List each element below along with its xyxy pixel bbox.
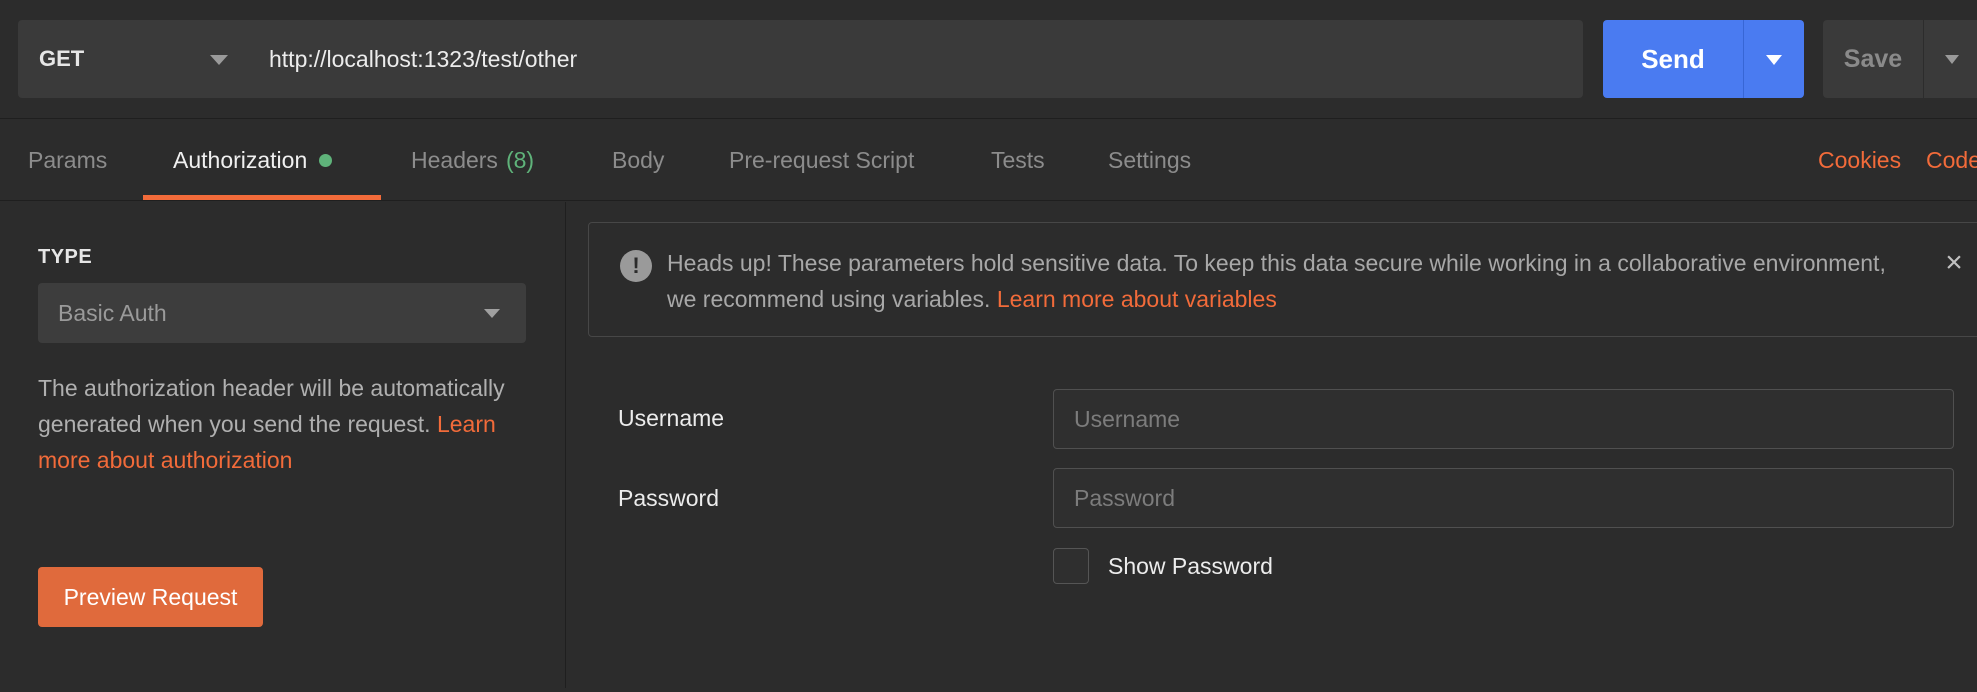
tab-body[interactable]: Body xyxy=(612,120,664,200)
tab-settings[interactable]: Settings xyxy=(1108,120,1191,200)
chevron-down-icon xyxy=(484,309,500,318)
tab-headers[interactable]: Headers (8) xyxy=(411,120,534,200)
type-heading: TYPE xyxy=(38,246,93,268)
code-link[interactable]: Code xyxy=(1926,120,1977,200)
exclamation-circle-icon: ! xyxy=(620,250,652,282)
method-select[interactable]: GET xyxy=(18,20,248,98)
send-options-button[interactable] xyxy=(1743,20,1804,98)
status-dot-icon xyxy=(319,153,333,167)
tab-authorization[interactable]: Authorization xyxy=(173,120,333,200)
notice-message: Heads up! These parameters hold sensitiv… xyxy=(667,245,1887,317)
learn-more-variables-link[interactable]: Learn more about variables xyxy=(997,286,1277,312)
url-input[interactable]: http://localhost:1323/test/other xyxy=(248,20,1583,98)
tab-label: Authorization xyxy=(173,146,308,173)
code-label: Code xyxy=(1926,146,1977,173)
request-tabs: Params Authorization Headers (8) Body Pr… xyxy=(0,120,1977,201)
url-text: http://localhost:1323/test/other xyxy=(269,45,578,72)
save-button[interactable]: Save xyxy=(1823,20,1923,98)
preview-request-label: Preview Request xyxy=(63,583,238,610)
save-options-button[interactable] xyxy=(1923,20,1977,98)
password-label: Password xyxy=(618,485,719,511)
tab-label: Settings xyxy=(1108,146,1192,173)
auth-type-select[interactable]: Basic Auth xyxy=(38,283,526,343)
tab-label: Headers xyxy=(411,146,498,173)
auth-type-panel: TYPE Basic Auth The authorization header… xyxy=(0,202,566,688)
tab-tests[interactable]: Tests xyxy=(991,120,1045,200)
preview-request-button[interactable]: Preview Request xyxy=(38,567,263,627)
method-label: GET xyxy=(39,46,85,71)
auth-type-value: Basic Auth xyxy=(58,299,167,326)
chevron-down-icon xyxy=(210,55,228,65)
headers-count-badge: (8) xyxy=(505,146,535,173)
request-bar: GET http://localhost:1323/test/other Sen… xyxy=(0,0,1977,119)
tab-pre-request-script[interactable]: Pre-request Script xyxy=(729,120,914,200)
show-password-checkbox[interactable] xyxy=(1053,548,1089,584)
cookies-link[interactable]: Cookies xyxy=(1818,120,1901,200)
chevron-down-icon xyxy=(1766,55,1782,65)
save-label: Save xyxy=(1843,44,1903,73)
tab-label: Params xyxy=(28,146,108,173)
tab-label: Tests xyxy=(991,146,1045,173)
tab-params[interactable]: Params xyxy=(28,120,107,200)
active-tab-indicator xyxy=(143,195,381,200)
tab-label: Body xyxy=(612,146,665,173)
send-button[interactable]: Send xyxy=(1603,20,1743,98)
password-input[interactable] xyxy=(1053,468,1954,528)
username-input[interactable] xyxy=(1053,389,1954,449)
username-label: Username xyxy=(618,405,725,431)
show-password-label: Show Password xyxy=(1108,553,1273,579)
auth-description-text: The authorization header will be automat… xyxy=(38,375,505,437)
close-icon[interactable]: × xyxy=(1939,248,1969,279)
auth-description: The authorization header will be automat… xyxy=(38,370,538,478)
sensitive-data-notice: ! Heads up! These parameters hold sensit… xyxy=(588,222,1977,337)
send-label: Send xyxy=(1641,43,1705,74)
tab-label: Pre-request Script xyxy=(729,146,915,173)
cookies-label: Cookies xyxy=(1818,146,1902,173)
chevron-down-icon xyxy=(1945,55,1959,64)
